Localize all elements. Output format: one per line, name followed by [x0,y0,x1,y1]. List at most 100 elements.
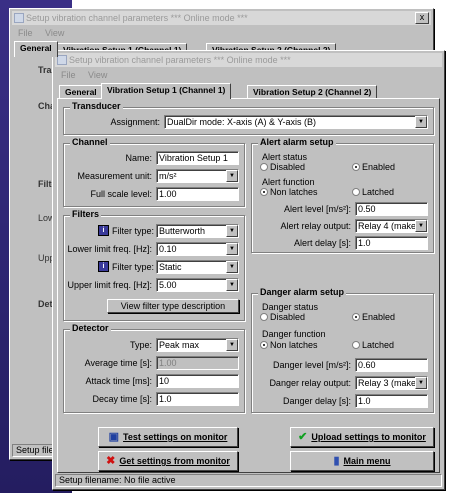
radio-icon [352,188,360,196]
detector-type-value: Peak max [159,340,200,350]
alert-status-title: Alert status [262,152,308,162]
test-settings-button[interactable]: ▣ Test settings on monitor [98,427,238,447]
danger-relay-select[interactable]: Relay 3 (make) ▼ [355,376,428,390]
alert-group: Alert alarm setup Alert status Disabled … [251,137,434,253]
assignment-select[interactable]: DualDir mode: X-axis (A) & Y-axis (B) ▼ [164,115,428,129]
view-filter-description-button[interactable]: View filter type description [107,299,239,313]
radio-icon [260,163,268,171]
danger-relay-value: Relay 3 (make) [358,378,420,388]
front-status-text: Setup filename: No file active [59,475,176,485]
main-menu-button[interactable]: ▮ Main menu [290,451,434,471]
alert-relay-select[interactable]: Relay 4 (make) ▼ [355,219,428,233]
close-button[interactable]: x [415,12,429,24]
attack-time-label: Attack time [ms]: [85,376,152,386]
upper-freq-value: 5.00 [159,280,177,290]
attack-time-field[interactable]: 10 [156,374,239,388]
danger-delay-field[interactable]: 1.0 [355,394,428,408]
assignment-value: DualDir mode: X-axis (A) & Y-axis (B) [167,117,317,127]
upload-settings-button[interactable]: ✔ Upload settings to monitor [290,427,434,447]
alert-enabled-radio[interactable]: Enabled [352,162,395,172]
chevron-down-icon[interactable]: ▼ [226,170,238,182]
upper-freq-select[interactable]: 5.00 ▼ [156,278,239,292]
filter1-type-value: Butterworth [159,226,206,236]
danger-disabled-label: Disabled [270,312,306,322]
lower-freq-select[interactable]: 0.10 ▼ [156,242,239,256]
test-settings-label: Test settings on monitor [123,432,228,442]
danger-enabled-label: Enabled [362,312,396,322]
alert-level-value: 0.50 [358,204,376,214]
front-window: Setup vibration channel parameters *** O… [52,50,445,490]
menu-view[interactable]: View [88,70,107,80]
filter1-type-select[interactable]: Butterworth ▼ [156,224,239,238]
average-time-value: 1.00 [159,358,177,368]
danger-title: Danger alarm setup [258,287,347,297]
main-menu-label: Main menu [343,456,391,466]
danger-enabled-radio[interactable]: Enabled [352,312,395,322]
menu-view[interactable]: View [45,28,64,38]
chevron-down-icon[interactable]: ▼ [226,261,238,273]
chevron-down-icon[interactable]: ▼ [415,377,427,389]
tab-vibration-setup-2[interactable]: Vibration Setup 2 (Channel 2) [247,85,378,98]
chevron-down-icon[interactable]: ▼ [226,339,238,351]
fullscale-field[interactable]: 1.00 [156,187,239,201]
name-label: Name: [125,153,152,163]
danger-latched-label: Latched [362,340,395,350]
menu-file[interactable]: File [18,28,33,38]
alert-latched-label: Latched [362,187,395,197]
alert-non-latches-radio[interactable]: Non latches [260,187,318,197]
detector-type-select[interactable]: Peak max ▼ [156,338,239,352]
chevron-down-icon[interactable]: ▼ [415,220,427,232]
radio-icon [352,313,360,321]
chevron-down-icon[interactable]: ▼ [226,225,238,237]
alert-relay-value: Relay 4 (make) [358,221,420,231]
chevron-down-icon[interactable]: ▼ [226,279,238,291]
filter2-type-select[interactable]: Static ▼ [156,260,239,274]
lower-freq-value: 0.10 [159,244,177,254]
chevron-down-icon[interactable]: ▼ [226,243,238,255]
back-window-titlebar: Setup vibration channel parameters *** O… [12,11,431,25]
tab-vibration-setup-1[interactable]: Vibration Setup 1 (Channel 1) [101,83,232,99]
upper-freq-label: Upper limit freq. [Hz]: [67,280,152,290]
alert-level-label: Alert level [m/s²]: [283,204,351,214]
decay-time-label: Decay time [s]: [92,394,152,404]
unit-value: m/s² [159,171,177,181]
filter2-info-icon[interactable]: i [98,261,109,272]
decay-time-value: 1.0 [159,394,172,404]
assignment-label: Assignment: [110,117,160,127]
danger-level-field[interactable]: 0.60 [355,358,428,372]
window-icon [14,13,24,23]
detector-type-label: Type: [129,340,152,350]
filters-title: Filters [70,209,102,219]
unit-label: Measurement unit: [77,171,152,181]
fullscale-value: 1.00 [159,189,177,199]
filters-group: Filters i Filter type: Butterworth ▼ Low… [63,209,245,321]
danger-relay-label: Danger relay output: [269,378,351,388]
alert-latched-radio[interactable]: Latched [352,187,394,197]
front-tabs: General Vibration Setup 1 (Channel 1) Vi… [57,83,440,99]
filter1-info-icon[interactable]: i [98,225,109,236]
chevron-down-icon[interactable]: ▼ [415,116,427,128]
front-window-title: Setup vibration channel parameters *** O… [69,55,291,65]
decay-time-field[interactable]: 1.0 [156,392,239,406]
window-icon [57,55,67,65]
transducer-group: Transducer Assignment: DualDir mode: X-a… [63,101,434,135]
radio-icon [352,163,360,171]
detector-group: Detector Type: Peak max ▼ Average time [… [63,323,245,413]
danger-group: Danger alarm setup Danger status Disable… [251,287,434,413]
tab-general[interactable]: General [14,41,58,57]
filter2-type-value: Static [159,262,182,272]
name-field[interactable]: Vibration Setup 1 [156,151,239,165]
name-value: Vibration Setup 1 [159,153,228,163]
alert-level-field[interactable]: 0.50 [355,202,428,216]
danger-latched-radio[interactable]: Latched [352,340,394,350]
unit-select[interactable]: m/s² ▼ [156,169,239,183]
tab-general[interactable]: General [59,85,103,98]
alert-disabled-radio[interactable]: Disabled [260,162,305,172]
danger-disabled-radio[interactable]: Disabled [260,312,305,322]
danger-non-latches-radio[interactable]: Non latches [260,340,318,350]
alert-delay-field[interactable]: 1.0 [355,236,428,250]
back-window-title: Setup vibration channel parameters *** O… [26,13,248,23]
get-settings-button[interactable]: ✖ Get settings from monitor [98,451,238,471]
alert-non-latches-label: Non latches [270,187,318,197]
menu-file[interactable]: File [61,70,76,80]
